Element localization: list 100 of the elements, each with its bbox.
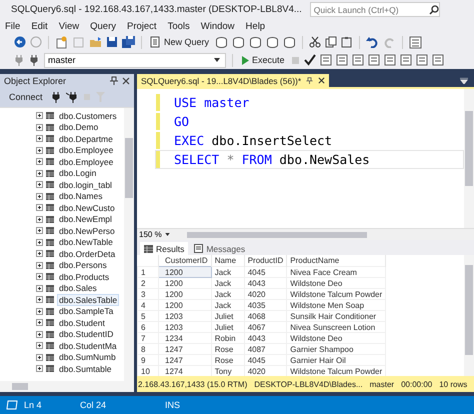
- database-dropdown[interactable]: master: [44, 52, 226, 68]
- plug-icon[interactable]: [50, 91, 61, 103]
- menu-item[interactable]: File: [5, 20, 20, 32]
- expand-icon[interactable]: [36, 192, 43, 200]
- menu-item[interactable]: Help: [246, 20, 266, 32]
- expand-icon[interactable]: [36, 216, 43, 223]
- expand-icon[interactable]: [36, 170, 43, 177]
- execute-button[interactable]: Execute: [239, 55, 287, 65]
- copy-icon[interactable]: [325, 36, 338, 48]
- properties-icon[interactable]: [409, 36, 422, 48]
- scrollbar[interactable]: [464, 255, 474, 376]
- tree-item[interactable]: dbo.Names: [57, 190, 104, 202]
- expand-icon[interactable]: [36, 112, 43, 120]
- expand-icon[interactable]: [36, 124, 43, 131]
- connect-button[interactable]: Connect: [4, 92, 46, 102]
- dropdown-icon[interactable]: [460, 78, 468, 84]
- expand-icon[interactable]: [36, 319, 43, 326]
- expand-icon[interactable]: [36, 135, 43, 142]
- expand-icon[interactable]: [36, 330, 43, 338]
- cut-icon[interactable]: [309, 36, 322, 48]
- horizontal-scrollbar[interactable]: [0, 381, 134, 392]
- pin-icon[interactable]: [306, 77, 314, 84]
- expand-icon[interactable]: [36, 273, 43, 280]
- scrollbar[interactable]: [124, 108, 134, 381]
- quick-launch-field[interactable]: Quick Launch (Ctrl+Q): [310, 2, 440, 17]
- zoom-dropdown[interactable]: 150 %: [137, 230, 177, 240]
- expand-icon[interactable]: [36, 262, 43, 269]
- tree-item[interactable]: dbo.OrderDeta: [57, 248, 118, 260]
- row-number[interactable]: 2: [138, 278, 158, 289]
- row-number[interactable]: 7: [138, 332, 158, 344]
- tree-item[interactable]: dbo.SampleTa: [57, 305, 116, 318]
- row-number[interactable]: 9: [138, 354, 158, 366]
- tree-item[interactable]: dbo.Employee: [57, 144, 116, 156]
- expand-icon[interactable]: [36, 204, 43, 212]
- tree-item[interactable]: dbo.SalesTable: [57, 294, 120, 306]
- new-query-button[interactable]: New Query: [148, 36, 212, 48]
- tree-item[interactable]: dbo.Student: [57, 316, 107, 329]
- tree-item[interactable]: dbo.login_tabl: [57, 178, 114, 191]
- tree-item[interactable]: dbo.Demo: [57, 121, 100, 134]
- menu-item[interactable]: Tools: [168, 20, 190, 32]
- table-cell: 1203: [158, 322, 212, 333]
- paste-icon[interactable]: [341, 36, 354, 48]
- results-tab[interactable]: Messages: [190, 242, 250, 256]
- close-icon[interactable]: [122, 76, 130, 84]
- menu-item[interactable]: Edit: [31, 20, 48, 32]
- row-number[interactable]: 5: [138, 310, 158, 322]
- row-number[interactable]: 6: [138, 322, 158, 333]
- row-number[interactable]: 4: [138, 300, 158, 311]
- table-icon: [46, 158, 54, 166]
- row-number[interactable]: 1: [138, 266, 158, 278]
- table-icon: [46, 365, 54, 372]
- tree-item[interactable]: dbo.NewCusto: [57, 202, 117, 214]
- close-icon[interactable]: [318, 77, 326, 84]
- expand-icon[interactable]: [36, 158, 43, 166]
- disconnect-plug-icon[interactable]: [66, 91, 78, 103]
- expand-icon[interactable]: [36, 238, 43, 246]
- expand-icon[interactable]: [36, 365, 43, 372]
- expand-icon[interactable]: [36, 146, 43, 154]
- tree-item[interactable]: dbo.SumNumb: [57, 351, 118, 364]
- row-number[interactable]: 10: [138, 366, 158, 377]
- column-header[interactable]: ProductName: [286, 255, 386, 267]
- pin-icon[interactable]: [110, 76, 118, 85]
- expand-icon[interactable]: [36, 284, 43, 292]
- tree-item[interactable]: dbo.Sales: [57, 282, 99, 294]
- tree-item[interactable]: dbo.Login: [57, 167, 98, 180]
- tree-item[interactable]: dbo.NewEmpl: [57, 213, 114, 226]
- expand-icon[interactable]: [36, 227, 43, 234]
- tree-item[interactable]: dbo.Sumtable: [57, 362, 114, 375]
- expand-icon[interactable]: [36, 342, 43, 350]
- row-number[interactable]: 3: [138, 288, 158, 300]
- menu-item[interactable]: Project: [126, 20, 157, 32]
- tree-item[interactable]: dbo.Customers: [57, 110, 119, 122]
- expand-icon[interactable]: [36, 296, 43, 304]
- save-icon[interactable]: [106, 36, 118, 48]
- back-icon[interactable]: [14, 36, 26, 48]
- tree-item[interactable]: dbo.Persons: [57, 259, 109, 272]
- tree-item[interactable]: dbo.Employee: [57, 156, 116, 168]
- table-icon: [46, 192, 54, 200]
- new-project-icon[interactable]: [55, 36, 68, 48]
- menu-item[interactable]: Window: [200, 20, 235, 32]
- expand-icon[interactable]: [36, 354, 43, 361]
- row-number[interactable]: 8: [138, 344, 158, 355]
- tree-item[interactable]: dbo.Departme: [57, 132, 115, 145]
- expand-icon[interactable]: [36, 181, 43, 188]
- menu-item[interactable]: Query: [90, 20, 116, 32]
- expand-icon[interactable]: [36, 308, 43, 315]
- undo-icon[interactable]: [366, 36, 380, 48]
- checkmark-icon[interactable]: [304, 54, 316, 66]
- tree-item[interactable]: dbo.Products: [57, 270, 112, 283]
- tree-item[interactable]: dbo.StudentID: [57, 328, 116, 340]
- expand-icon[interactable]: [36, 250, 43, 258]
- tree-item[interactable]: dbo.NewTable: [57, 236, 115, 248]
- tree-item[interactable]: dbo.StudentMa: [57, 340, 119, 352]
- open-folder-icon[interactable]: [89, 36, 102, 48]
- save-all-icon[interactable]: [122, 36, 135, 48]
- results-tab[interactable]: Results: [140, 242, 188, 256]
- menu-item[interactable]: View: [58, 20, 80, 32]
- scrollbar[interactable]: [464, 89, 474, 228]
- tree-item[interactable]: dbo.NewPerso: [57, 224, 117, 237]
- document-tab[interactable]: SQLQuery6.sql - 19...L8V4D\Blades (56))*: [137, 74, 330, 87]
